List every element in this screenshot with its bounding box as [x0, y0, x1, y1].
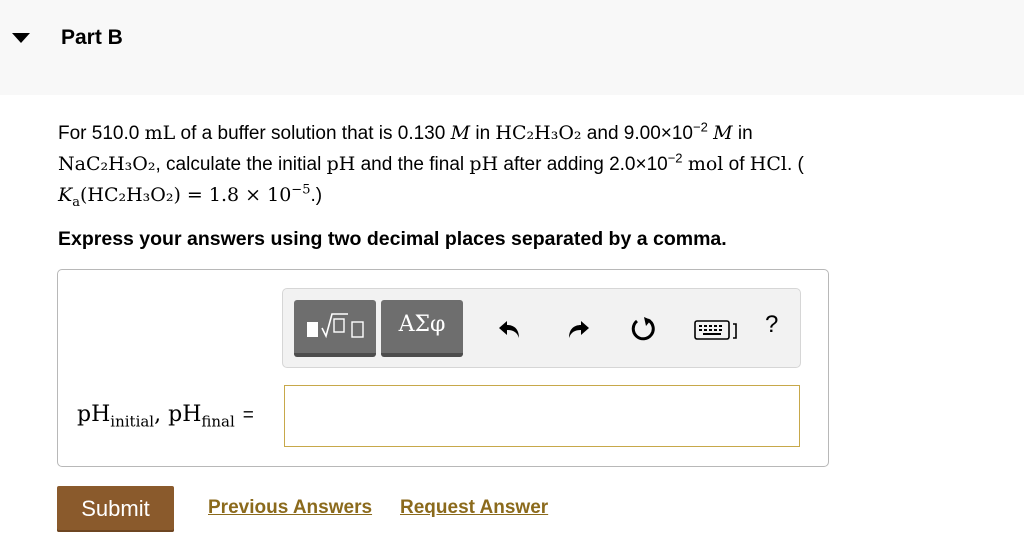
instruction-text: Express your answers using two decimal p… [58, 228, 727, 250]
part-title: Part B [61, 26, 123, 49]
math-toolbar: ΑΣφ ? [282, 288, 801, 368]
redo-icon[interactable] [563, 314, 593, 344]
keyboard-icon[interactable] [693, 314, 741, 344]
question-text: For 510.0 mL of a buffer solution that i… [58, 119, 804, 210]
submit-button[interactable]: Submit [57, 486, 174, 532]
request-answer-link[interactable]: Request Answer [400, 497, 548, 519]
answer-input[interactable] [284, 385, 800, 447]
answer-label: pHinitial, pHfinal = [77, 402, 254, 431]
templates-button[interactable] [294, 300, 376, 357]
previous-answers-link[interactable]: Previous Answers [208, 497, 372, 519]
reset-icon[interactable] [628, 314, 658, 344]
help-icon[interactable]: ? [765, 311, 778, 339]
collapse-triangle-icon[interactable] [12, 33, 30, 43]
part-header: Part B [0, 0, 1024, 95]
symbols-button[interactable]: ΑΣφ [381, 300, 463, 357]
templates-icon [307, 313, 364, 339]
undo-icon[interactable] [495, 314, 525, 344]
